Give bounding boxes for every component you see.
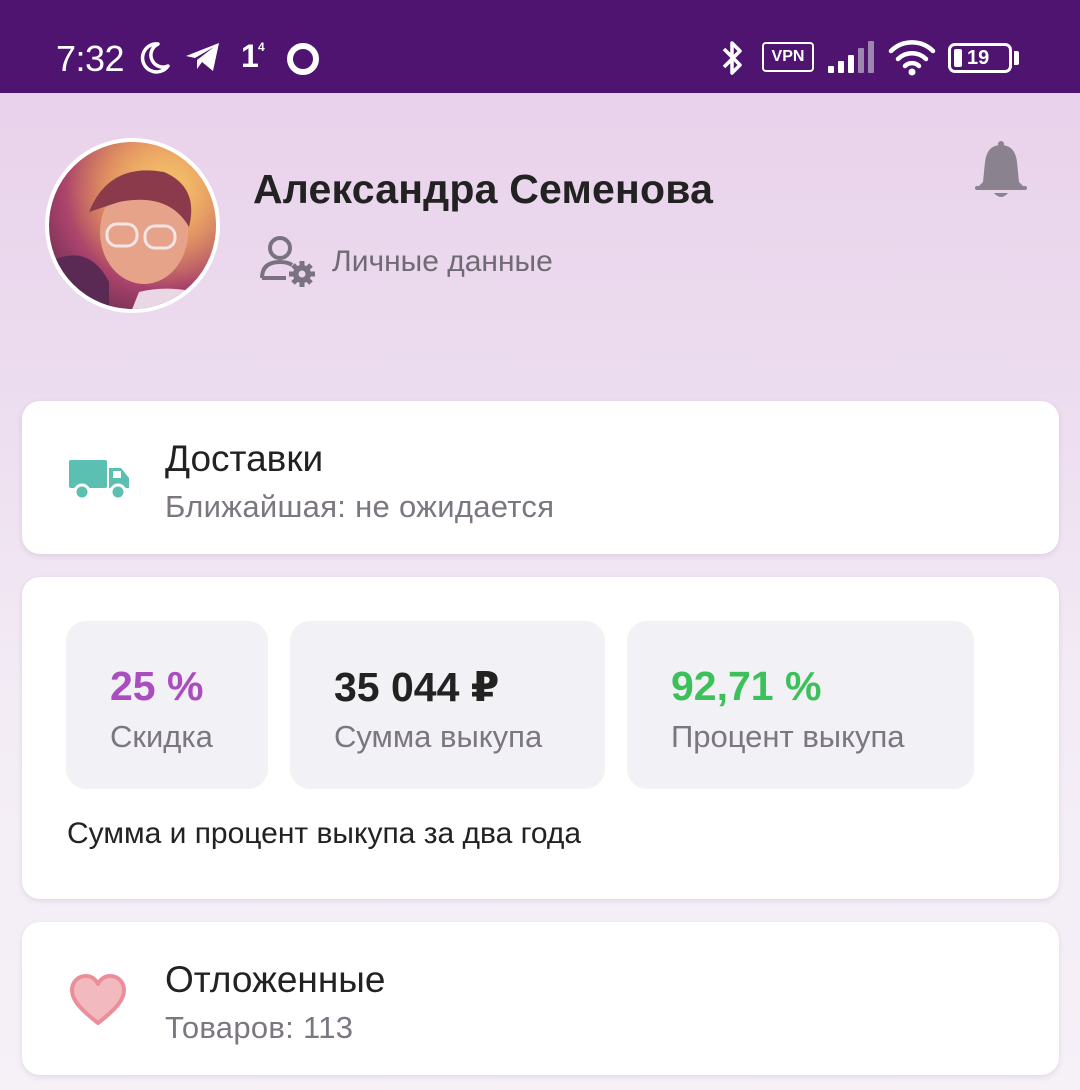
truck-icon [69,460,129,500]
battery-icon: 19 [948,43,1012,73]
bluetooth-icon [722,41,742,75]
wifi-icon [888,40,936,76]
purchase-sum-value: 35 044 ₽ [334,664,500,710]
bell-icon[interactable] [973,140,1029,204]
deliveries-card[interactable]: Доставки Ближайшая: не ожидается [22,401,1059,554]
notification-count: 1 [241,38,259,74]
discount-label: Скидка [110,719,213,754]
purchase-percent-value: 92,71 % [671,663,822,709]
favorites-card[interactable]: Отложенные Товаров: 113 [22,922,1059,1075]
status-bar: 7:32 1 4 VPN 19 [0,0,1080,93]
notification-count-sup: 4 [258,40,265,54]
deliveries-title: Доставки [165,438,324,479]
vpn-badge: VPN [762,42,814,72]
favorites-subtitle: Товаров: 113 [165,1010,354,1045]
signal-icon [828,41,874,73]
stats-card: 25 % Скидка 35 044 ₽ Сумма выкупа 92,71 … [22,577,1059,899]
purchase-sum-box[interactable]: 35 044 ₽ Сумма выкупа [290,621,605,789]
telegram-icon [186,43,219,71]
purchase-sum-label: Сумма выкупа [334,719,543,754]
moon-icon [140,42,170,74]
circle-icon [287,43,319,75]
user-settings-icon [260,236,315,287]
deliveries-subtitle: Ближайшая: не ожидается [165,489,555,524]
avatar-photo [49,142,216,309]
avatar[interactable] [45,138,220,313]
personal-data-label: Личные данные [332,245,553,278]
personal-data-link[interactable]: Личные данные [258,234,553,290]
purchase-percent-box[interactable]: 92,71 % Процент выкупа [627,621,974,789]
stats-note: Сумма и процент выкупа за два года [67,817,582,850]
status-time: 7:32 [56,38,125,79]
discount-box[interactable]: 25 % Скидка [66,621,268,789]
purchase-percent-label: Процент выкупа [671,719,905,754]
favorites-title: Отложенные [165,959,386,1000]
user-name: Александра Семенова [253,166,714,212]
heart-icon [70,974,126,1025]
discount-value: 25 % [110,663,204,709]
battery-level: 19 [967,47,990,69]
